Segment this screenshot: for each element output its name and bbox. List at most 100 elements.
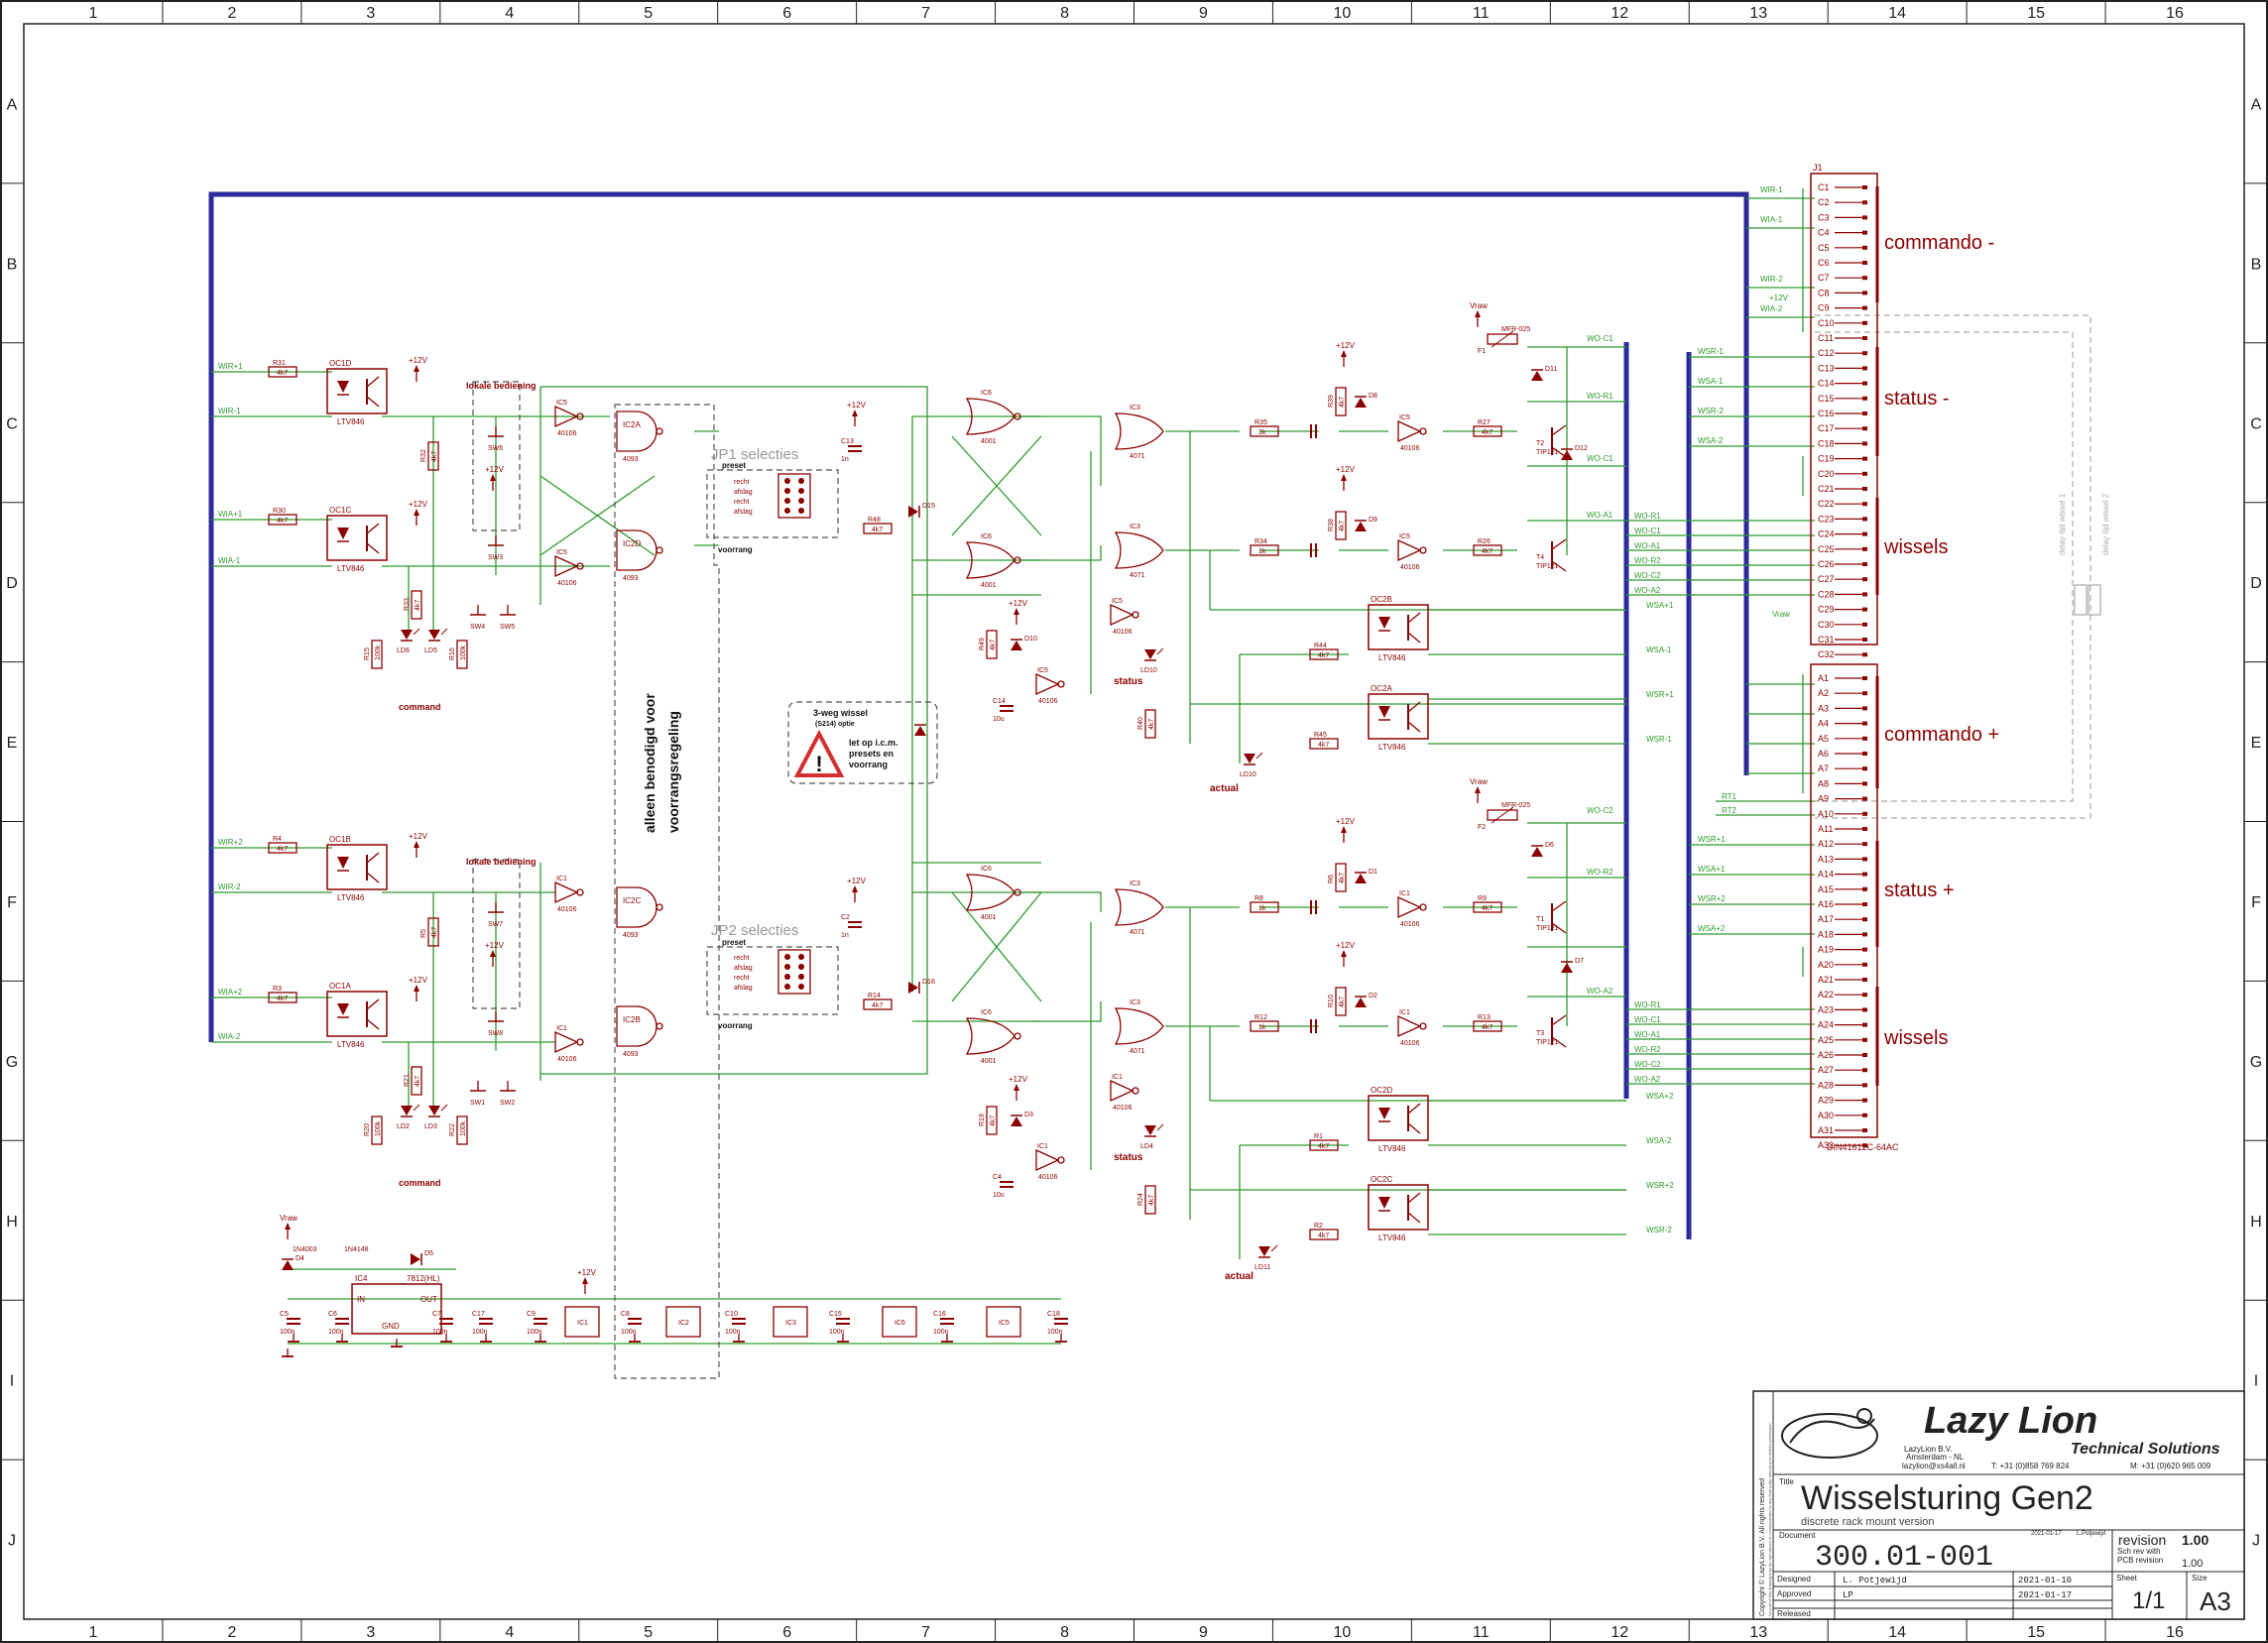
svg-text:100n: 100n — [1047, 1329, 1063, 1336]
approved-label: Approved — [1777, 1589, 1811, 1598]
svg-text:IC6: IC6 — [981, 390, 992, 397]
resistor: R33 4k7 — [404, 590, 422, 620]
svg-text:40106: 40106 — [1400, 564, 1420, 571]
resistor: R351k — [1250, 419, 1279, 437]
svg-text:4k7: 4k7 — [277, 996, 288, 1002]
diode: D2 — [1355, 993, 1377, 1007]
transistor: T1 TIP121 — [1536, 900, 1567, 934]
svg-text:SW5: SW5 — [500, 624, 515, 631]
net-label: WSA-1 — [1646, 645, 1672, 654]
power-symbol: +12V — [847, 401, 867, 426]
warning-box: ! 3-weg wissel (S214) optie let op i.c.m… — [793, 708, 898, 777]
connector-pin-a: A20 — [1818, 960, 1834, 970]
led: LD4 — [1140, 1123, 1164, 1150]
net-label: WSA+1 — [1698, 865, 1726, 874]
size-value: A3 — [2200, 1586, 2231, 1616]
svg-text:4k7: 4k7 — [415, 600, 421, 611]
connector-pin-c: C24 — [1818, 529, 1835, 539]
net-label: WSA+1 — [1646, 601, 1674, 610]
logic-gate: IC5 40106 — [1397, 533, 1427, 571]
connector-pin-a: A28 — [1818, 1080, 1834, 1090]
svg-text:C18: C18 — [1047, 1311, 1060, 1318]
resistor: R81k — [1250, 895, 1279, 913]
grid-row-right: E — [2251, 735, 2262, 752]
net-label: WSR-2 — [1646, 1226, 1672, 1234]
ic-power-block: IC3 — [773, 1306, 808, 1338]
voltage-regulator: IC4 7812(HL) IN OUT GND — [351, 1274, 442, 1335]
drawing-title: Wisselsturing Gen2 — [1801, 1479, 2093, 1517]
connector-pin-a: A15 — [1818, 884, 1834, 894]
svg-text:IC6: IC6 — [981, 866, 992, 873]
svg-text:C5: C5 — [280, 1311, 289, 1318]
connector-pin-c: C22 — [1818, 499, 1835, 509]
inner-border — [23, 23, 2245, 1620]
svg-text:IC5: IC5 — [1112, 598, 1123, 605]
svg-text:+12V: +12V — [1336, 341, 1356, 350]
resistor: R38 4k7 — [1328, 511, 1347, 540]
logic-gate: IC1 40106 — [1397, 890, 1427, 928]
svg-text:4001: 4001 — [981, 438, 997, 445]
company-subtitle: Technical Solutions — [2071, 1441, 2220, 1458]
push-switch: SW2 — [500, 1081, 516, 1107]
connector-pin-c: C32 — [1818, 649, 1835, 659]
svg-text:C9: C9 — [527, 1311, 536, 1318]
svg-text:R38: R38 — [1328, 519, 1335, 531]
svg-text:R34: R34 — [1254, 538, 1267, 545]
capacitor: C14 10u — [993, 698, 1014, 723]
grid-col-bottom: 5 — [644, 1624, 653, 1641]
power-symbol: +12V — [577, 1268, 597, 1294]
svg-text:IC1: IC1 — [1399, 1009, 1410, 1016]
logic-gate: IC3 4071 — [1114, 999, 1164, 1055]
capacitor: C6 100n — [328, 1311, 349, 1336]
svg-text:+12V: +12V — [485, 465, 505, 474]
svg-text:4071: 4071 — [1130, 1048, 1145, 1055]
resistor: R21 4k7 — [404, 1066, 422, 1096]
connector-pin-c: C5 — [1818, 243, 1830, 253]
svg-text:4k7: 4k7 — [1318, 1232, 1329, 1239]
svg-text:LD11: LD11 — [1254, 1264, 1270, 1271]
actual-label-bottom: actual — [1225, 1271, 1253, 1282]
svg-text:OC2A: OC2A — [1371, 684, 1392, 693]
capacitor: C9 100n — [527, 1311, 547, 1336]
svg-text:4001: 4001 — [981, 582, 997, 589]
pcb-label: PCB revision — [2117, 1556, 2163, 1565]
svg-text:SW8: SW8 — [488, 1030, 503, 1037]
svg-text:40106: 40106 — [557, 580, 577, 587]
logic-gate: IC5 40106 — [1397, 414, 1427, 452]
net-label: WO-C2 — [1634, 571, 1661, 580]
svg-text:Vraw: Vraw — [280, 1214, 298, 1223]
grid-col-top: 8 — [1060, 5, 1069, 22]
net-label: WO-C1 — [1634, 1015, 1661, 1024]
optocoupler: OC1D LTV846 — [326, 359, 388, 426]
svg-text:R6: R6 — [1328, 875, 1335, 883]
net-label: WO-A2 — [1634, 1075, 1661, 1084]
fuse: MFR-025 F2 — [1478, 802, 1530, 831]
resistor: R20 100k — [364, 1115, 383, 1145]
svg-text:IC6: IC6 — [981, 533, 992, 540]
grid-row-right: J — [2252, 1533, 2260, 1550]
svg-text:R35: R35 — [1254, 419, 1267, 426]
resistor: R341k — [1250, 538, 1279, 556]
group-wissels-2: wissels — [1883, 1027, 1948, 1049]
resistor: R32 4k7 — [420, 441, 439, 471]
connector-pin-c: C9 — [1818, 303, 1830, 313]
connector-pin-c: C20 — [1818, 469, 1835, 479]
ground-symbol — [391, 1339, 403, 1348]
svg-text:R4: R4 — [273, 836, 282, 843]
svg-text:C2: C2 — [841, 914, 850, 921]
svg-text:40106: 40106 — [1400, 921, 1420, 928]
jp2-label: JP2 selecties — [711, 922, 798, 939]
connector-pin-a: A7 — [1818, 763, 1829, 773]
svg-text:!: ! — [815, 752, 822, 776]
capacitor: C15 100n — [829, 1311, 850, 1336]
net-label: WO-A2 — [1634, 586, 1661, 595]
net-label: WSA+2 — [1698, 924, 1726, 933]
svg-text:LD4: LD4 — [1140, 1143, 1153, 1150]
revision-label: revision — [2118, 1532, 2166, 1548]
net-label: +12V — [1769, 293, 1789, 302]
diode: D12 — [1561, 445, 1588, 460]
approved-date: 2021-01-17 — [2018, 1590, 2072, 1600]
capacitor: C2 1n — [841, 914, 862, 939]
schematic-sheet: 1122334455667788991010111112121313141415… — [0, 0, 2268, 1643]
warn-line-2: (S214) optie — [815, 721, 855, 728]
